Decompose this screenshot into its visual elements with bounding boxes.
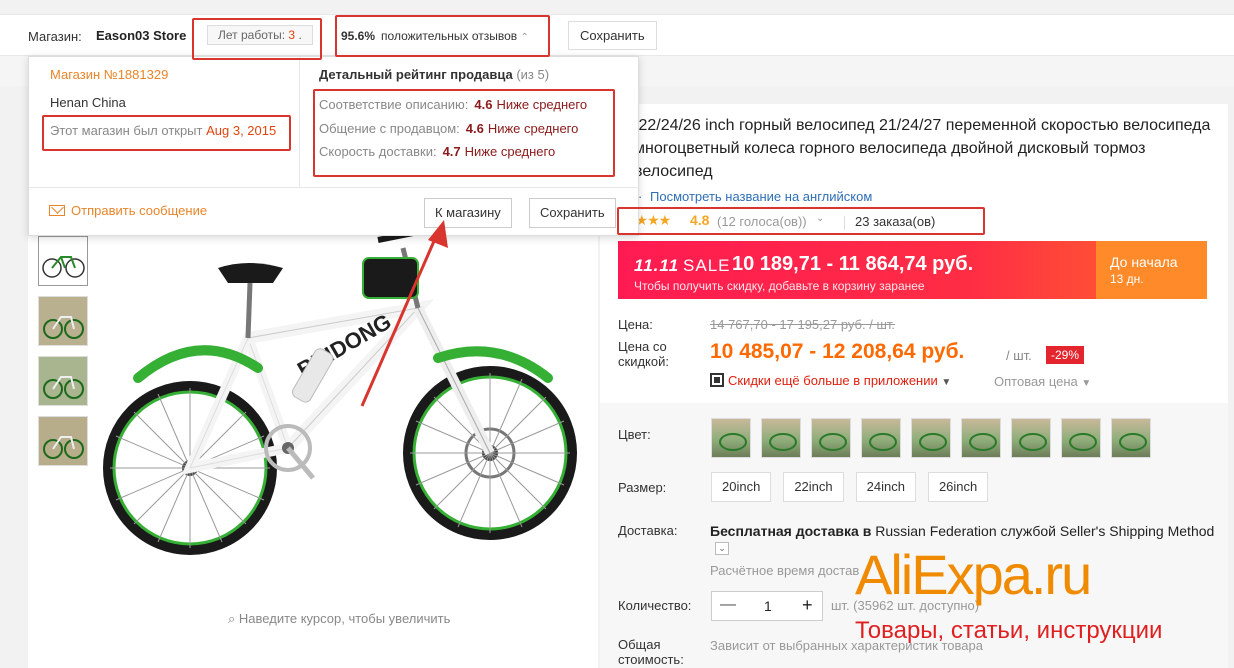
discount-price-label: Цена со скидкой: bbox=[618, 339, 669, 369]
per-unit: / шт. bbox=[1006, 348, 1032, 363]
store-number-link[interactable]: Магазин №1881329 bbox=[50, 67, 168, 82]
qr-code-icon bbox=[710, 373, 724, 387]
size-option-26[interactable]: 26inch bbox=[927, 472, 989, 502]
annotation-box bbox=[42, 115, 291, 151]
annotation-box bbox=[192, 18, 322, 60]
store-bar: Магазин: Eason03 Store Лет работы: 3 . 9… bbox=[0, 14, 1234, 56]
save-store-button[interactable]: Сохранить bbox=[568, 21, 657, 50]
thumbnail[interactable] bbox=[38, 416, 88, 466]
quantity-value[interactable]: 1 bbox=[764, 598, 772, 614]
caret-down-icon: ▼ bbox=[1081, 378, 1092, 389]
sale-price: 10 189,71 - 11 864,74 руб. bbox=[732, 253, 974, 275]
color-swatch[interactable] bbox=[761, 418, 801, 458]
shipping-label: Доставка: bbox=[618, 523, 678, 538]
old-price: 14 767,70 - 17 195,27 руб. / шт. bbox=[710, 317, 896, 332]
color-swatch[interactable] bbox=[811, 418, 851, 458]
discount-badge: -29% bbox=[1046, 346, 1085, 364]
plus-icon[interactable]: + bbox=[802, 595, 813, 616]
sale-countdown: До начала 13 дн. bbox=[1096, 241, 1207, 299]
store-location: Henan China bbox=[50, 95, 126, 110]
save-store-popup-button[interactable]: Сохранить bbox=[529, 198, 616, 228]
current-price: 10 485,07 - 12 208,64 руб. bbox=[710, 340, 965, 363]
divider bbox=[29, 187, 640, 188]
size-option-22[interactable]: 22inch bbox=[783, 472, 844, 502]
sale-tag: 11.11 SALE bbox=[634, 256, 731, 275]
caret-down-icon: ▼ bbox=[941, 377, 952, 388]
watermark: AliExpa.ru Товары, статьи, инструкции bbox=[855, 545, 1215, 645]
thumbnail[interactable] bbox=[38, 356, 88, 406]
minus-icon[interactable]: — bbox=[720, 596, 736, 614]
chevron-down-icon[interactable]: ⌄ bbox=[715, 542, 729, 555]
divider bbox=[299, 57, 300, 187]
store-name-link[interactable]: Eason03 Store bbox=[96, 28, 186, 43]
send-message-link[interactable]: Отправить сообщение bbox=[49, 203, 207, 218]
size-label: Размер: bbox=[618, 480, 667, 495]
shop-label: Магазин: bbox=[28, 29, 82, 44]
annotation-box bbox=[335, 15, 550, 57]
thumbnail-list bbox=[38, 236, 88, 476]
watermark-subtitle: Товары, статьи, инструкции bbox=[855, 617, 1163, 644]
search-icon: ⌕ bbox=[228, 611, 236, 626]
product-title: /22/24/26 inch горный велосипед 21/24/27… bbox=[634, 117, 1211, 180]
color-swatch[interactable] bbox=[961, 418, 1001, 458]
sale-banner: 11.11 SALE 10 189,71 - 11 864,74 руб. Что… bbox=[618, 241, 1207, 299]
color-swatch[interactable] bbox=[1061, 418, 1101, 458]
thumbnail[interactable] bbox=[38, 236, 88, 286]
rating-title: Детальный рейтинг продавца (из 5) bbox=[319, 67, 550, 82]
color-swatch[interactable] bbox=[911, 418, 951, 458]
thumbnail[interactable] bbox=[38, 296, 88, 346]
color-label: Цвет: bbox=[618, 427, 651, 442]
product-main-image[interactable]: BRIDONG bbox=[98, 228, 588, 558]
annotation-box bbox=[313, 89, 615, 177]
size-option-20[interactable]: 20inch bbox=[711, 472, 772, 502]
quantity-label: Количество: bbox=[618, 598, 692, 613]
english-title-link[interactable]: Посмотреть название на английском bbox=[650, 189, 872, 204]
quantity-stepper: — 1 + bbox=[711, 591, 823, 621]
size-options: 20inch 22inch 24inch 26inch bbox=[711, 472, 1000, 502]
color-swatch[interactable] bbox=[711, 418, 751, 458]
shipping-estimate: Расчётное время достав bbox=[710, 563, 860, 578]
sale-hint: Чтобы получить скидку, добавьте в корзин… bbox=[634, 279, 925, 293]
size-option-24[interactable]: 24inch bbox=[855, 472, 916, 502]
price-label: Цена: bbox=[618, 317, 653, 332]
annotation-arrow bbox=[360, 220, 448, 407]
color-swatch[interactable] bbox=[1011, 418, 1051, 458]
total-label: Общая стоимость: bbox=[618, 637, 684, 667]
color-swatch[interactable] bbox=[1111, 418, 1151, 458]
annotation-box bbox=[617, 207, 985, 235]
app-discount-link[interactable]: Скидки ещё больше в приложении ▼ bbox=[710, 373, 951, 388]
watermark-brand: AliExpa.ru bbox=[855, 543, 1092, 606]
shipping-method: Бесплатная доставка в Russian Federation… bbox=[710, 523, 1215, 539]
color-swatch[interactable] bbox=[861, 418, 901, 458]
envelope-icon bbox=[49, 205, 65, 216]
wholesale-price-link[interactable]: Оптовая цена ▼ bbox=[994, 374, 1091, 389]
color-swatches bbox=[711, 418, 1161, 458]
zoom-hint: ⌕ Наведите курсор, чтобы увеличить bbox=[228, 611, 451, 626]
